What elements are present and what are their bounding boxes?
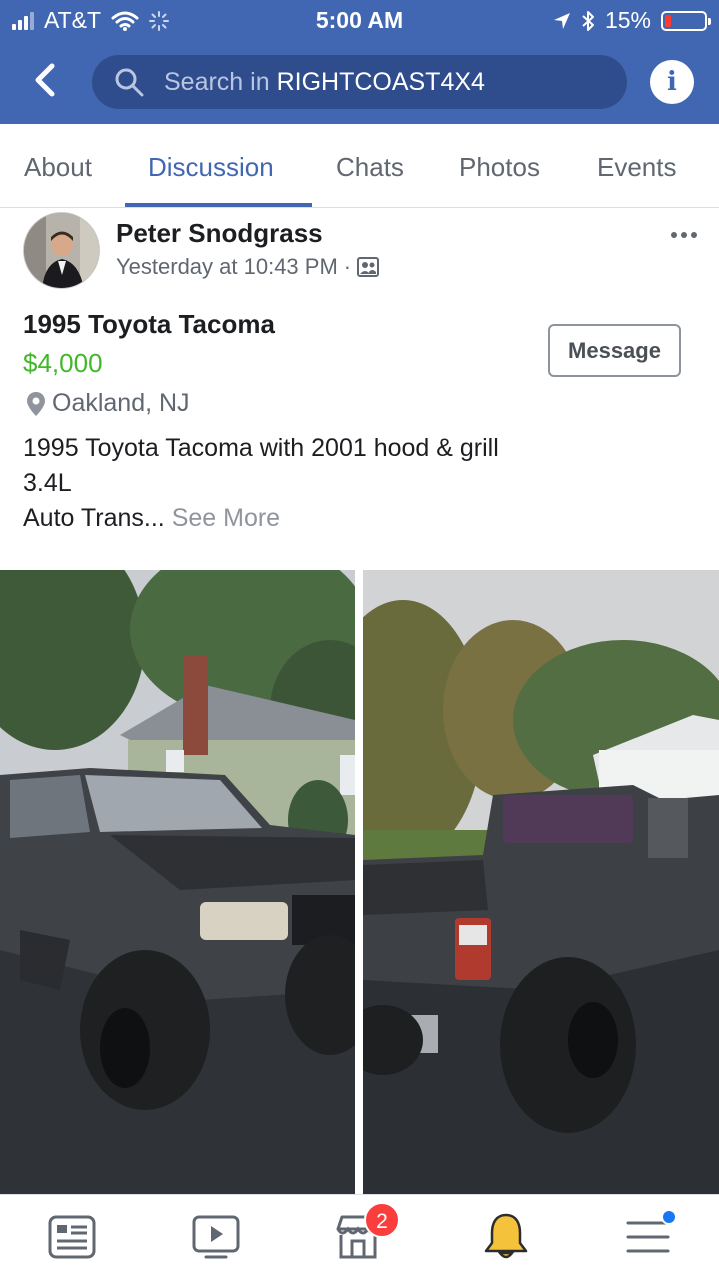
active-tab-indicator	[125, 203, 312, 207]
bluetooth-icon	[582, 10, 594, 31]
listing-location: Oakland, NJ	[26, 389, 190, 418]
location-pin-icon	[27, 391, 45, 416]
search-placeholder: Search in RIGHTCOAST4X4	[164, 67, 485, 96]
post-author[interactable]: Peter Snodgrass	[116, 218, 323, 249]
description-line-last: Auto Trans... See More	[23, 504, 281, 532]
tab-about[interactable]: About	[24, 152, 92, 183]
battery-icon	[661, 10, 711, 31]
tab-photos[interactable]: Photos	[459, 152, 540, 183]
message-button[interactable]: Message	[548, 324, 681, 377]
post-meta: Yesterday at 10:43 PM ·	[116, 254, 380, 280]
menu-notification-dot	[661, 1209, 677, 1225]
group-audience-icon	[357, 257, 380, 277]
listing-title: 1995 Toyota Tacoma	[23, 309, 275, 339]
group-tabs: About Discussion Chats Photos Events	[0, 124, 719, 208]
more-options-icon[interactable]	[671, 232, 697, 238]
location-arrow-icon	[553, 12, 570, 29]
back-arrow-icon[interactable]	[28, 60, 64, 100]
tab-chats[interactable]: Chats	[336, 152, 404, 183]
search-group-name: RIGHTCOAST4X4	[276, 67, 485, 96]
description-line: 3.4L	[23, 469, 72, 497]
bottom-navigation	[0, 1194, 719, 1279]
battery-percent: 15%	[604, 7, 651, 33]
meta-separator: ·	[343, 254, 352, 279]
listing-price: $4,000	[23, 348, 103, 378]
notifications-icon[interactable]	[478, 1209, 534, 1265]
marketplace-badge: 2	[364, 1202, 400, 1238]
see-more-link[interactable]: See More	[172, 504, 280, 532]
watch-icon[interactable]	[188, 1209, 244, 1265]
status-bar: AT&T 5:00 AM 15%	[0, 0, 719, 40]
info-icon[interactable]: i	[650, 60, 694, 104]
status-right: 15%	[553, 7, 711, 34]
group-search-bar[interactable]: Search in RIGHTCOAST4X4	[92, 55, 627, 109]
avatar[interactable]	[23, 212, 100, 289]
tab-discussion[interactable]: Discussion	[148, 152, 274, 183]
tab-events[interactable]: Events	[597, 152, 677, 183]
listing-photo-front[interactable]	[0, 570, 355, 1194]
search-icon	[115, 68, 144, 97]
news-feed-icon[interactable]	[44, 1209, 100, 1265]
description-line: 1995 Toyota Tacoma with 2001 hood & gril…	[23, 434, 499, 462]
post-description: 1995 Toyota Tacoma with 2001 hood & gril…	[23, 431, 499, 536]
listing-photo-rear[interactable]	[363, 570, 719, 1194]
top-bar: AT&T 5:00 AM 15% Search in RIGHTCOAST4X4…	[0, 0, 719, 124]
post-timestamp[interactable]: Yesterday at 10:43 PM	[116, 254, 338, 280]
location-label: Oakland, NJ	[52, 389, 190, 417]
